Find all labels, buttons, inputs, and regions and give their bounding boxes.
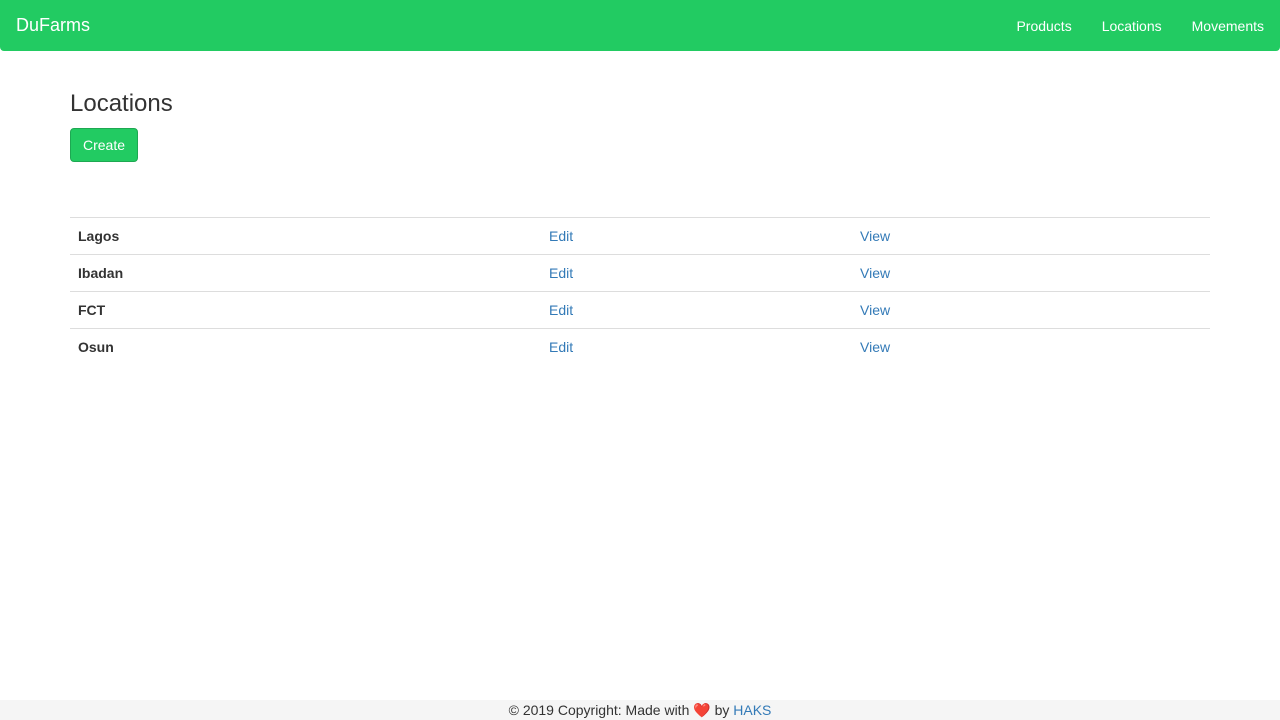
nav-link-products[interactable]: Products: [1016, 18, 1071, 34]
top-navbar: DuFarms Products Locations Movements: [0, 0, 1280, 51]
nav-links: Products Locations Movements: [986, 0, 1264, 51]
copyright-text: © 2019 Copyright: Made with: [508, 702, 690, 718]
nav-link-locations[interactable]: Locations: [1102, 18, 1162, 34]
edit-link[interactable]: Edit: [549, 302, 573, 318]
locations-table: Lagos Edit View Ibadan Edit View FCT Edi…: [70, 217, 1210, 365]
location-name: FCT: [70, 291, 541, 329]
table-row: FCT Edit View: [70, 291, 1210, 329]
table-row: Osun Edit View: [70, 328, 1210, 365]
view-cell: View: [852, 328, 1210, 365]
footer-by-text: by: [714, 702, 730, 718]
view-cell: View: [852, 291, 1210, 329]
page-title: Locations: [70, 90, 173, 117]
edit-cell: Edit: [541, 328, 852, 365]
heart-icon: ❤️: [693, 702, 711, 718]
view-link[interactable]: View: [860, 302, 890, 318]
edit-cell: Edit: [541, 217, 852, 255]
author-link[interactable]: HAKS: [733, 702, 771, 718]
edit-link[interactable]: Edit: [549, 339, 573, 355]
create-button[interactable]: Create: [70, 128, 138, 162]
table-row: Lagos Edit View: [70, 217, 1210, 255]
table-row: Ibadan Edit View: [70, 254, 1210, 292]
location-name: Lagos: [70, 217, 541, 255]
edit-link[interactable]: Edit: [549, 265, 573, 281]
view-cell: View: [852, 254, 1210, 292]
location-name: Osun: [70, 328, 541, 365]
nav-link-movements[interactable]: Movements: [1192, 18, 1264, 34]
view-link[interactable]: View: [860, 265, 890, 281]
view-link[interactable]: View: [860, 339, 890, 355]
view-cell: View: [852, 217, 1210, 255]
location-name: Ibadan: [70, 254, 541, 292]
edit-link[interactable]: Edit: [549, 228, 573, 244]
page-footer: © 2019 Copyright: Made with ❤️ by HAKS: [0, 700, 1280, 720]
view-link[interactable]: View: [860, 228, 890, 244]
edit-cell: Edit: [541, 254, 852, 292]
brand-link[interactable]: DuFarms: [16, 15, 90, 35]
edit-cell: Edit: [541, 291, 852, 329]
